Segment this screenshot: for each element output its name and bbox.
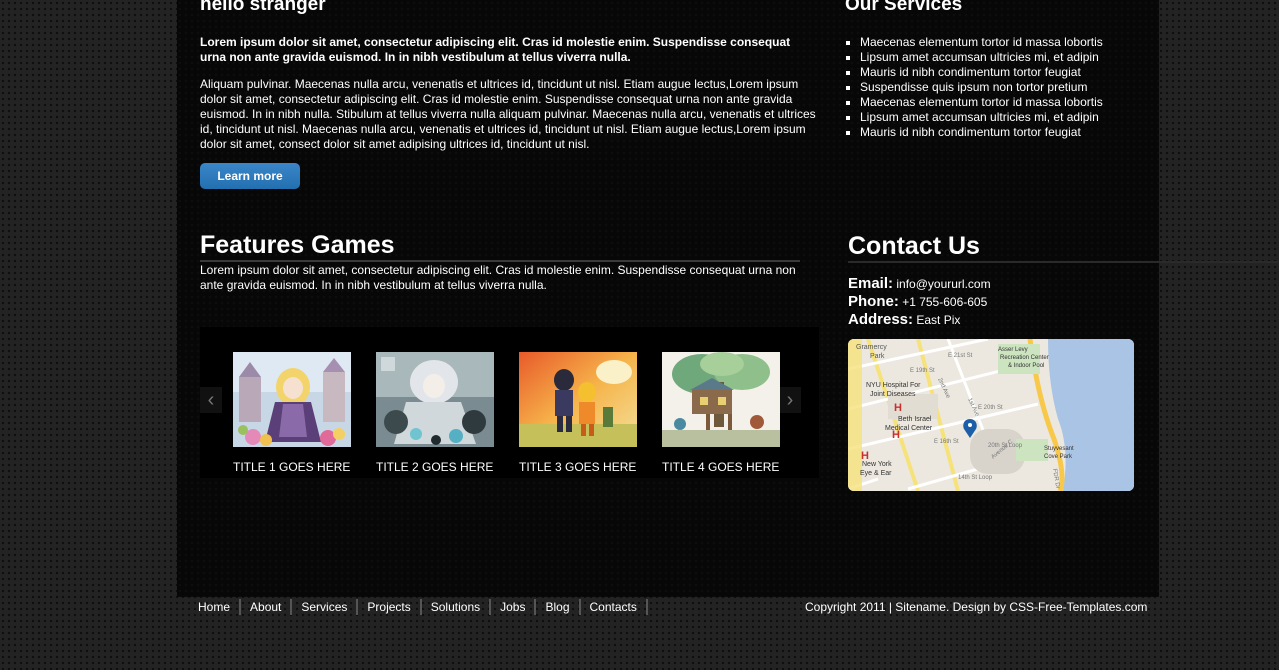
svg-text:E 16th St: E 16th St (934, 439, 959, 445)
footer-link-jobs[interactable]: Jobs (491, 599, 537, 615)
address-value: East Pix (916, 313, 961, 327)
svg-text:New York: New York (862, 461, 892, 468)
svg-text:Stuyvesant: Stuyvesant (1044, 446, 1074, 452)
slide-caption: TITLE 1 GOES HERE (233, 460, 351, 474)
slide-caption: TITLE 2 GOES HERE (376, 460, 494, 474)
services-title: Our Services (845, 0, 963, 15)
game-thumbnail-3[interactable] (519, 352, 637, 447)
services-list-item: Mauris id nibh condimentum tortor feugia… (860, 125, 1150, 140)
features-divider (200, 260, 800, 262)
footer-link-solutions[interactable]: Solutions (422, 599, 492, 615)
features-title: Features Games (200, 231, 395, 259)
svg-text:Recreation Center: Recreation Center (1000, 355, 1049, 361)
services-list-item: Lipsum amet accumsan ultricies mi, et ad… (860, 110, 1150, 125)
services-list-item: Lipsum amet accumsan ultricies mi, et ad… (860, 50, 1150, 65)
services-list-item: Suspendisse quis ipsum non tortor pretiu… (860, 80, 1150, 95)
footer-nav: Home About Services Projects Solutions J… (189, 599, 648, 615)
game-thumbnail-4[interactable] (662, 352, 780, 447)
intro-bold-paragraph: Lorem ipsum dolor sit amet, consectetur … (200, 35, 791, 64)
contact-phone-line: Phone: +1 755-606-605 (848, 293, 987, 311)
svg-text:Asser Levy: Asser Levy (998, 347, 1028, 353)
footer-link-home[interactable]: Home (189, 599, 242, 615)
footer-copyright: Copyright 2011 | Sitename. Design by CSS… (805, 600, 1148, 614)
games-carousel: ‹ › TITLE 1 GOES HERE TITLE 2 GOES HERE … (200, 327, 819, 478)
learn-more-button[interactable]: Learn more (200, 163, 300, 189)
contact-address-line: Address: East Pix (848, 311, 960, 329)
contact-divider (848, 261, 1279, 263)
svg-text:Park: Park (870, 353, 885, 360)
game-thumbnail-1[interactable] (233, 352, 351, 447)
svg-text:& Indoor Pool: & Indoor Pool (1008, 363, 1044, 369)
email-label: Email: (848, 275, 894, 292)
services-list-item: Maecenas elementum tortor id massa lobor… (860, 95, 1150, 110)
services-list: Maecenas elementum tortor id massa lobor… (860, 35, 1150, 140)
svg-text:Cove Park: Cove Park (1044, 454, 1073, 460)
features-description: Lorem ipsum dolor sit amet, consectetur … (200, 263, 796, 292)
svg-text:H: H (894, 402, 902, 414)
footer-link-contacts[interactable]: Contacts (581, 599, 648, 615)
contact-title: Contact Us (848, 232, 980, 260)
svg-text:NYU Hospital For: NYU Hospital For (866, 382, 921, 389)
svg-text:H: H (861, 450, 869, 462)
footer-link-services[interactable]: Services (292, 599, 359, 615)
slide-caption: TITLE 3 GOES HERE (519, 460, 637, 474)
svg-text:14th St Loop: 14th St Loop (958, 475, 993, 481)
footer-link-projects[interactable]: Projects (358, 599, 422, 615)
svg-text:H: H (892, 429, 900, 441)
slide-caption: TITLE 4 GOES HERE (662, 460, 780, 474)
svg-text:E 20th St: E 20th St (978, 405, 1003, 411)
services-list-item: Maecenas elementum tortor id massa lobor… (860, 35, 1150, 50)
phone-value: +1 755-606-605 (902, 295, 988, 309)
footer-link-blog[interactable]: Blog (536, 599, 581, 615)
carousel-slide[interactable]: TITLE 3 GOES HERE (519, 352, 637, 474)
location-map[interactable]: Gramercy Park E 21st St E 19th St Asser … (848, 339, 1134, 491)
svg-text:Beth Israel: Beth Israel (898, 416, 932, 423)
svg-text:E 19th St: E 19th St (910, 368, 935, 374)
email-value: info@yoururl.com (896, 277, 991, 291)
phone-label: Phone: (848, 293, 899, 310)
intro-title: hello stranger (200, 0, 326, 15)
footer-link-about[interactable]: About (241, 599, 293, 615)
services-list-item: Mauris id nibh condimentum tortor feugia… (860, 65, 1150, 80)
svg-text:Joint Diseases: Joint Diseases (870, 391, 916, 398)
svg-text:E 21st St: E 21st St (948, 353, 973, 359)
svg-text:Gramercy: Gramercy (856, 344, 887, 351)
game-thumbnail-2[interactable] (376, 352, 494, 447)
carousel-slide[interactable]: TITLE 4 GOES HERE (662, 352, 780, 474)
address-label: Address: (848, 311, 914, 328)
carousel-slide[interactable]: TITLE 2 GOES HERE (376, 352, 494, 474)
chevron-left-icon[interactable]: ‹ (200, 387, 222, 413)
chevron-right-icon[interactable]: › (779, 387, 801, 413)
contact-email-line: Email: info@yoururl.com (848, 275, 991, 293)
svg-text:Eye & Ear: Eye & Ear (860, 470, 892, 477)
carousel-slide[interactable]: TITLE 1 GOES HERE (233, 352, 351, 474)
intro-body-paragraph: Aliquam pulvinar. Maecenas nulla arcu, v… (200, 77, 816, 151)
